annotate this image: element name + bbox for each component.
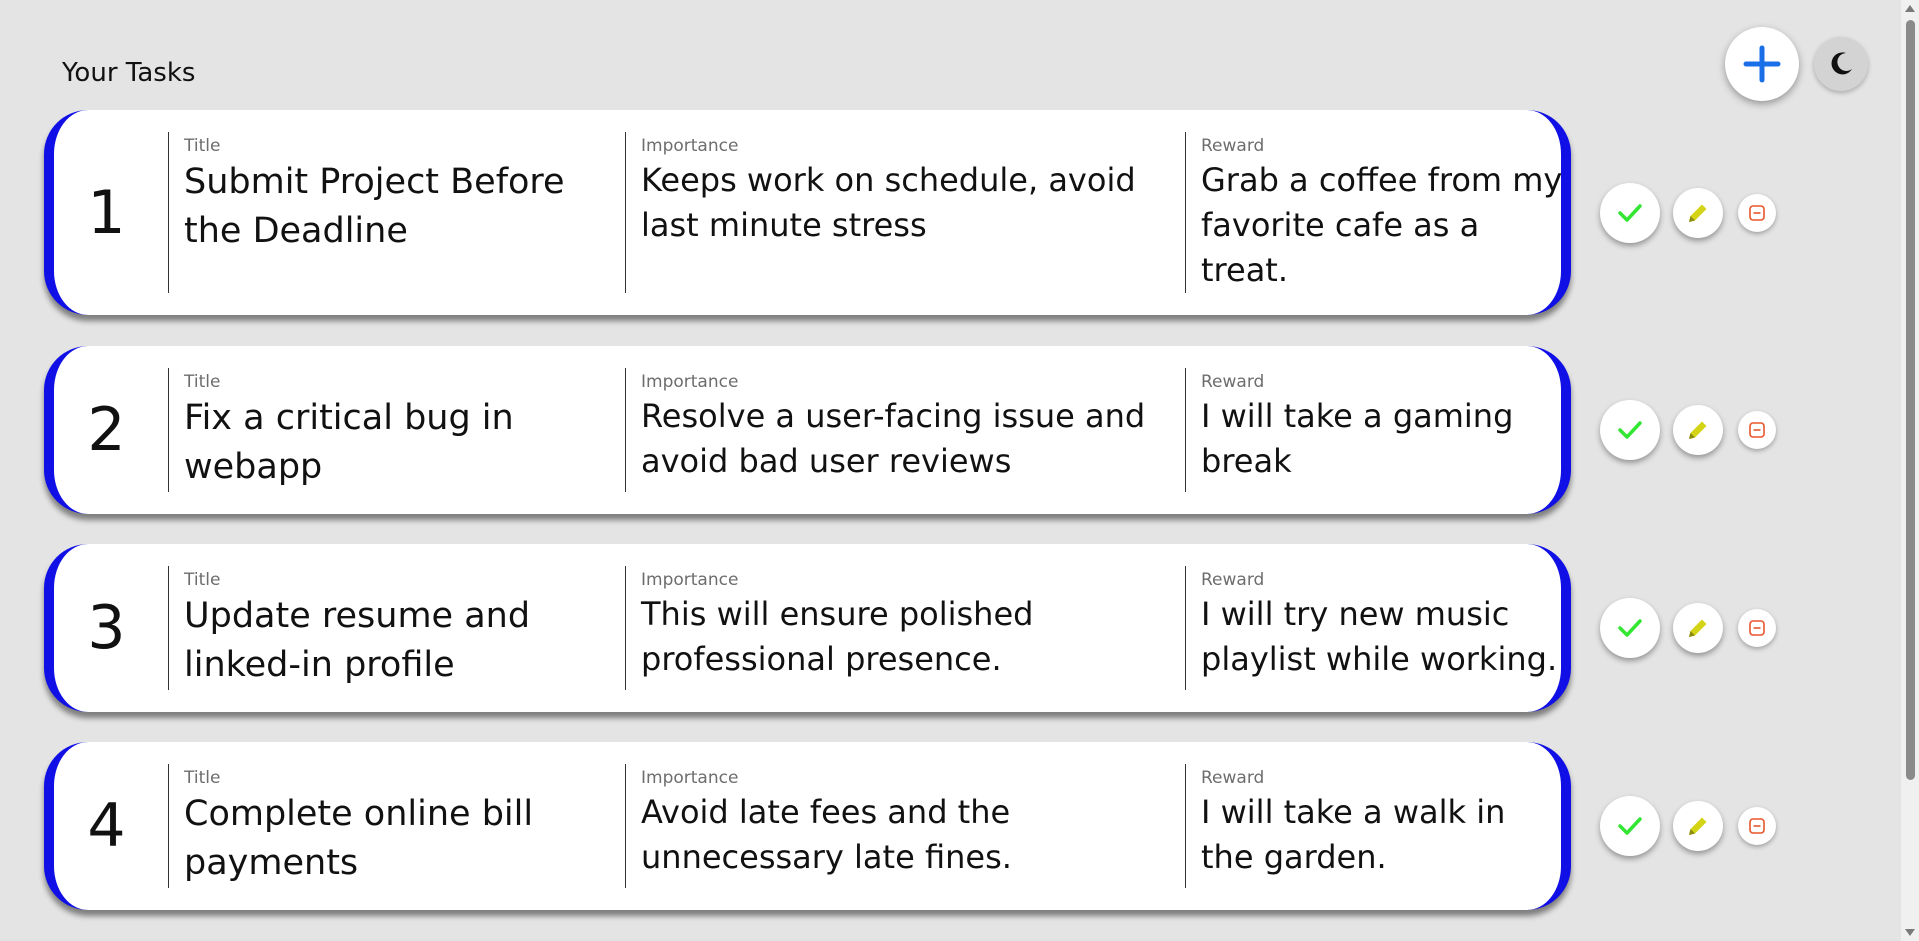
- task-list: 1 Title Submit Project Before the Deadli…: [44, 110, 1794, 940]
- title-label: Title: [184, 768, 221, 788]
- task-number: 2: [87, 395, 126, 465]
- reward-label: Reward: [1201, 136, 1265, 156]
- task-actions: [1600, 544, 1800, 712]
- task-actions: [1600, 742, 1800, 910]
- complete-task-button[interactable]: [1600, 796, 1660, 856]
- reward-label: Reward: [1201, 570, 1265, 590]
- reward-label: Reward: [1201, 372, 1265, 392]
- task-title: Complete online bill payments: [184, 794, 534, 883]
- task-importance-column: Importance Avoid late fees and the unnec…: [625, 764, 1185, 888]
- title-label: Title: [184, 570, 221, 590]
- task-card: 2 Title Fix a critical bug in webapp Imp…: [44, 346, 1571, 514]
- task-reward-column: Reward I will try new music playlist whi…: [1185, 566, 1565, 690]
- edit-task-button[interactable]: [1673, 603, 1723, 653]
- task-title-column: Title Submit Project Before the Deadline: [168, 132, 626, 293]
- task-number: 1: [87, 177, 126, 248]
- edit-task-button[interactable]: [1673, 187, 1723, 238]
- importance-label: Importance: [641, 372, 739, 392]
- delete-task-button[interactable]: [1738, 807, 1776, 845]
- minus-square-icon: [1749, 620, 1765, 636]
- scroll-up-arrow-icon[interactable]: [1905, 5, 1915, 12]
- task-reward: Grab a coffee from my favorite cafe as a…: [1201, 161, 1563, 289]
- task-number: 3: [87, 593, 126, 663]
- scroll-down-arrow-icon[interactable]: [1905, 929, 1915, 936]
- reward-label: Reward: [1201, 768, 1265, 788]
- scroll-thumb[interactable]: [1906, 20, 1915, 780]
- task-importance-column: Importance Keeps work on schedule, avoid…: [625, 132, 1185, 293]
- pencil-icon: [1689, 619, 1707, 637]
- task-reward-column: Reward I will take a gaming break: [1185, 368, 1565, 492]
- task-reward: I will try new music playlist while work…: [1201, 595, 1558, 678]
- check-icon: [1618, 203, 1642, 222]
- task-title: Fix a critical bug in webapp: [184, 398, 514, 487]
- title-label: Title: [184, 136, 221, 156]
- task-title-column: Title Complete online bill payments: [168, 764, 626, 888]
- check-icon: [1618, 421, 1642, 439]
- moon-icon: [1831, 52, 1852, 75]
- title-label: Title: [184, 372, 221, 392]
- minus-square-icon: [1749, 422, 1765, 438]
- importance-label: Importance: [641, 570, 739, 590]
- importance-label: Importance: [641, 136, 739, 156]
- task-reward: I will take a gaming break: [1201, 397, 1514, 480]
- complete-task-button[interactable]: [1600, 182, 1660, 243]
- pencil-icon: [1689, 817, 1707, 835]
- task-importance: This will ensure polished professional p…: [641, 595, 1034, 678]
- add-task-button[interactable]: [1725, 27, 1799, 101]
- task-importance: Avoid late fees and the unnecessary late…: [641, 793, 1012, 876]
- task-card: 4 Title Complete online bill payments Im…: [44, 742, 1571, 910]
- task-importance: Resolve a user-facing issue and avoid ba…: [641, 397, 1146, 480]
- complete-task-button[interactable]: [1600, 598, 1660, 658]
- complete-task-button[interactable]: [1600, 400, 1660, 460]
- importance-label: Importance: [641, 768, 739, 788]
- task-importance-column: Importance Resolve a user-facing issue a…: [625, 368, 1185, 492]
- task-number: 4: [87, 791, 126, 861]
- task-row: 1 Title Submit Project Before the Deadli…: [44, 110, 1794, 346]
- task-reward-column: Reward I will take a walk in the garden.: [1185, 764, 1565, 888]
- delete-task-button[interactable]: [1738, 609, 1776, 647]
- page-scrollbar[interactable]: [1901, 0, 1919, 941]
- task-row: 3 Title Update resume and linked-in prof…: [44, 544, 1794, 742]
- pencil-icon: [1689, 421, 1707, 439]
- task-importance: Keeps work on schedule, avoid last minut…: [641, 161, 1136, 244]
- edit-task-button[interactable]: [1673, 801, 1723, 851]
- plus-icon: [1743, 45, 1781, 83]
- task-title: Update resume and linked-in profile: [184, 596, 531, 685]
- task-card: 1 Title Submit Project Before the Deadli…: [44, 110, 1571, 315]
- task-title-column: Title Fix a critical bug in webapp: [168, 368, 626, 492]
- minus-square-icon: [1749, 204, 1765, 221]
- check-icon: [1618, 817, 1642, 835]
- task-row: 4 Title Complete online bill payments Im…: [44, 742, 1794, 940]
- delete-task-button[interactable]: [1738, 193, 1776, 232]
- edit-task-button[interactable]: [1673, 405, 1723, 455]
- task-title-column: Title Update resume and linked-in profil…: [168, 566, 626, 690]
- theme-toggle-button[interactable]: [1814, 37, 1868, 91]
- delete-task-button[interactable]: [1738, 411, 1776, 449]
- task-actions: [1600, 110, 1800, 315]
- page-title: Your Tasks: [62, 58, 196, 88]
- task-row: 2 Title Fix a critical bug in webapp Imp…: [44, 346, 1794, 544]
- task-reward-column: Reward Grab a coffee from my favorite ca…: [1185, 132, 1565, 293]
- minus-square-icon: [1749, 818, 1765, 834]
- task-reward: I will take a walk in the garden.: [1201, 793, 1506, 876]
- task-title: Submit Project Before the Deadline: [184, 162, 565, 251]
- check-icon: [1618, 619, 1642, 637]
- task-actions: [1600, 346, 1800, 514]
- task-importance-column: Importance This will ensure polished pro…: [625, 566, 1185, 690]
- task-card: 3 Title Update resume and linked-in prof…: [44, 544, 1571, 712]
- pencil-icon: [1689, 204, 1707, 222]
